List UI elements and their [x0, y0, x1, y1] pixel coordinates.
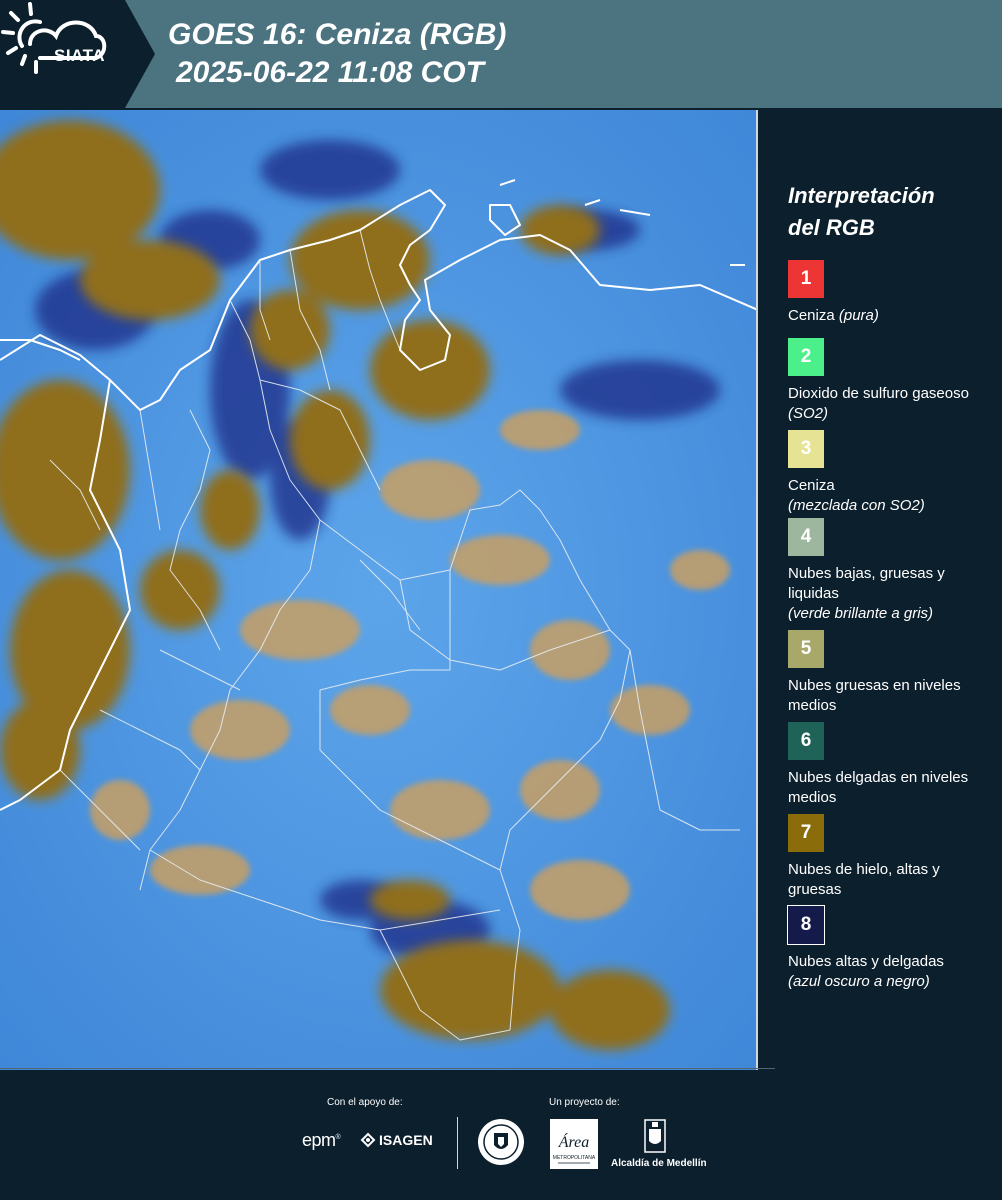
legend-item: 7 Nubes de hielo, altas y gruesas	[788, 814, 988, 900]
legend-label-text: Nubes de hielo, altas y gruesas	[788, 861, 940, 898]
area-logo-sub: METROPOLITANA	[553, 1155, 596, 1161]
legend-label-note: (SO2)	[788, 405, 829, 422]
legend-swatch: 7	[788, 814, 824, 852]
legend-label-text: Nubes altas y delgadas	[788, 953, 944, 970]
legend-label: Ceniza (pura)	[788, 306, 988, 326]
legend-panel: Interpretación del RGB 1 Ceniza (pura) 2 Di…	[787, 180, 988, 990]
legend-label-note: (azul oscuro a negro)	[788, 973, 930, 990]
legend-label-note: (mezclada con SO2)	[788, 497, 925, 514]
legend-label: Nubes bajas, gruesas y liquidas (verde br…	[788, 564, 988, 624]
legend-label: Nubes altas y delgadas (azul oscuro a neg…	[788, 952, 988, 992]
isagen-logo: ISAGEN	[360, 1132, 433, 1148]
legend-label-text: Nubes bajas, gruesas y liquidas	[788, 565, 945, 602]
footer-divider-line	[0, 1068, 775, 1069]
legend-label: Ceniza (mezclada con SO2)	[788, 476, 988, 516]
legend-title-line2: del RGB	[788, 215, 875, 240]
legend-item: 2 Dioxido de sulfuro gaseoso (SO2)	[788, 338, 988, 424]
page-title: GOES 16: Ceniza (RGB)	[168, 18, 507, 51]
siata-sun-cloud-icon	[1, 2, 107, 74]
legend-label: Nubes delgadas en niveles medios	[788, 768, 988, 808]
legend-swatch: 3	[788, 430, 824, 468]
isagen-mark-icon	[360, 1132, 376, 1148]
logo-band: SIATA	[0, 0, 155, 108]
legend-item: 6 Nubes delgadas en niveles medios	[788, 722, 988, 808]
legend-label-text: Nubes delgadas en niveles medios	[788, 769, 969, 806]
legend-item: 4 Nubes bajas, gruesas y liquidas (verde b…	[788, 518, 988, 624]
epm-logo: epm®	[302, 1130, 341, 1150]
support-label: Con el apoyo de:	[327, 1097, 403, 1108]
legend-swatch: 1	[788, 260, 824, 298]
legend-item: 3 Ceniza (mezclada con SO2)	[788, 430, 988, 516]
area-metropolitana-logo: Área METROPOLITANA	[550, 1119, 598, 1169]
legend-swatch: 5	[788, 630, 824, 668]
legend-item: 8 Nubes altas y delgadas (azul oscuro a ne…	[787, 905, 988, 992]
satellite-image	[0, 110, 756, 1070]
legend-label-note: (verde brillante a gris)	[788, 605, 934, 622]
legend-item: 5 Nubes gruesas en niveles medios	[788, 630, 988, 716]
legend-swatch: 2	[788, 338, 824, 376]
legend-label: Nubes de hielo, altas y gruesas	[788, 860, 988, 900]
legend-label: Dioxido de sulfuro gaseoso (SO2)	[788, 384, 988, 424]
legend-title-line1: Interpretación	[788, 183, 935, 208]
alcaldia-shield-icon	[644, 1119, 666, 1153]
legend-swatch: 4	[788, 518, 824, 556]
legend-label-text: Ceniza	[788, 307, 835, 324]
legend-label-text: Nubes gruesas en niveles medios	[788, 677, 961, 714]
header-bar: SIATA GOES 16: Ceniza (RGB) 2025-06-22 1…	[0, 0, 1002, 108]
legend-swatch: 6	[788, 722, 824, 760]
isagen-logo-text: ISAGEN	[379, 1132, 433, 1148]
legend-item: 1 Ceniza (pura)	[788, 260, 988, 326]
epm-logo-text: epm	[302, 1130, 336, 1150]
legend-label: Nubes gruesas en niveles medios	[788, 676, 988, 716]
footer-vertical-divider	[457, 1117, 458, 1169]
alcaldia-text: Alcaldía de Medellín	[611, 1158, 707, 1169]
siata-logo-text: SIATA	[54, 46, 105, 65]
legend-label-text: Ceniza	[788, 477, 835, 494]
medellin-seal-icon	[478, 1119, 524, 1165]
page-timestamp: 2025-06-22 11:08 COT	[176, 56, 484, 89]
legend-label-text: Dioxido de sulfuro gaseoso	[788, 385, 969, 402]
area-logo-text: Área	[558, 1132, 590, 1151]
legend-swatch: 8	[787, 905, 825, 945]
legend-label-note: (pura)	[838, 307, 879, 324]
satellite-map[interactable]	[0, 110, 758, 1070]
legend-title: Interpretación del RGB	[788, 180, 988, 244]
project-label: Un proyecto de:	[549, 1097, 620, 1108]
